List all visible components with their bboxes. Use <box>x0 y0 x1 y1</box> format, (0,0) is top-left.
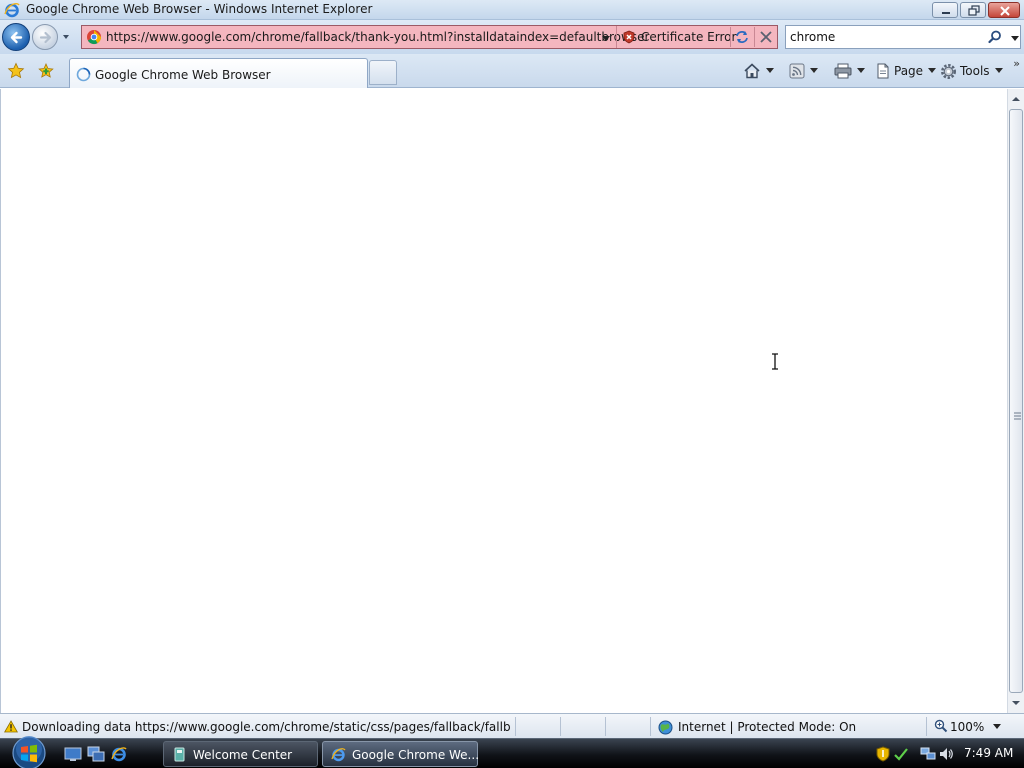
favorites-center-icon[interactable] <box>7 62 25 80</box>
status-separator <box>560 717 561 736</box>
back-button[interactable] <box>2 23 30 51</box>
tab-and-command-bar: Google Chrome Web Browser Page Tools » <box>0 54 1024 88</box>
address-dropdown-icon[interactable] <box>601 33 611 43</box>
zoom-dropdown-icon[interactable] <box>992 723 1002 731</box>
vertical-scrollbar[interactable] <box>1007 89 1024 713</box>
search-icon[interactable] <box>988 30 1002 44</box>
update-check-icon[interactable] <box>893 746 909 762</box>
volume-speaker-icon[interactable] <box>938 746 954 762</box>
warning-icon <box>4 720 18 733</box>
forward-button[interactable] <box>32 24 58 50</box>
search-input[interactable] <box>790 29 980 45</box>
taskbar-button-label: Welcome Center <box>193 748 293 762</box>
system-clock[interactable]: 7:49 AM <box>964 746 1013 760</box>
scroll-up-arrow-icon[interactable] <box>1008 91 1024 107</box>
zoom-magnifier-icon[interactable] <box>934 719 948 733</box>
search-providers-dropdown-icon[interactable] <box>1010 33 1020 43</box>
status-separator <box>515 717 516 736</box>
tab-label: Google Chrome Web Browser <box>95 68 271 82</box>
feeds-button[interactable] <box>789 62 818 80</box>
page-dropdown-icon <box>928 68 937 73</box>
zoom-level[interactable]: 100% <box>950 720 984 734</box>
text-cursor-icon <box>772 353 778 370</box>
home-dropdown-icon[interactable] <box>766 68 774 74</box>
page-menu-label: Page <box>894 64 924 78</box>
more-commands-chevron-icon[interactable]: » <box>1013 57 1020 70</box>
scrollbar-thumb[interactable] <box>1009 109 1023 693</box>
certificate-error-button[interactable]: Certificate Error <box>616 26 736 48</box>
refresh-icon <box>736 31 748 43</box>
recent-pages-dropdown-icon[interactable] <box>61 32 71 42</box>
stop-button[interactable] <box>754 27 776 47</box>
title-bar[interactable]: Google Chrome Web Browser - Windows Inte… <box>0 0 1024 20</box>
show-desktop-icon[interactable] <box>64 746 82 762</box>
internet-explorer-quicklaunch-icon[interactable] <box>110 746 128 762</box>
printer-icon <box>834 63 852 79</box>
gear-icon <box>941 63 956 79</box>
search-box[interactable] <box>785 25 1021 49</box>
internet-zone-globe-icon[interactable] <box>658 720 673 735</box>
scroll-down-arrow-icon[interactable] <box>1008 695 1024 711</box>
print-button[interactable] <box>834 62 865 80</box>
restore-icon <box>968 5 980 16</box>
taskbar-button-welcome-center[interactable]: Welcome Center <box>163 741 318 767</box>
tools-dropdown-icon <box>994 68 1003 73</box>
scrollbar-grip-icon <box>1014 412 1021 420</box>
internet-explorer-icon <box>4 3 20 18</box>
status-text: Downloading data https://www.google.com/… <box>22 720 510 734</box>
print-dropdown-icon[interactable] <box>857 68 865 74</box>
page-content[interactable] <box>0 89 1007 713</box>
navigation-bar: https://www.google.com/chrome/fallback/t… <box>0 20 1024 54</box>
back-arrow-icon <box>10 31 23 44</box>
tools-menu-label: Tools <box>960 64 990 78</box>
certificate-error-icon <box>623 30 635 44</box>
window-title: Google Chrome Web Browser - Windows Inte… <box>26 2 373 16</box>
close-icon <box>1000 6 1010 16</box>
status-separator <box>926 717 927 736</box>
welcome-center-icon <box>174 747 185 762</box>
url-text[interactable]: https://www.google.com/chrome/fallback/t… <box>106 30 649 44</box>
taskbar-button-label: Google Chrome We... <box>352 748 480 762</box>
internet-explorer-taskbar-icon <box>331 748 346 762</box>
start-button-windows-logo-icon[interactable] <box>9 735 49 768</box>
add-to-favorites-icon[interactable] <box>37 62 55 80</box>
stop-icon <box>760 31 772 43</box>
windows-taskbar: Welcome Center Google Chrome We... 7:49 … <box>0 735 1024 768</box>
security-zone-text[interactable]: Internet | Protected Mode: On <box>678 720 856 734</box>
status-separator <box>605 717 606 736</box>
minimize-icon <box>942 12 950 14</box>
page-loading-icon <box>76 67 91 82</box>
feeds-dropdown-icon[interactable] <box>810 68 818 74</box>
status-bar: Downloading data https://www.google.com/… <box>0 713 1024 738</box>
network-icon[interactable] <box>920 746 936 762</box>
page-menu-button[interactable]: Page <box>875 62 937 80</box>
home-icon <box>744 63 760 79</box>
tab-google-chrome-web-browser[interactable]: Google Chrome Web Browser <box>69 58 368 88</box>
taskbar-button-google-chrome[interactable]: Google Chrome We... <box>322 741 480 767</box>
tools-menu-button[interactable]: Tools <box>940 62 1003 80</box>
page-icon <box>877 63 889 79</box>
security-shield-icon[interactable] <box>876 746 890 762</box>
minimize-button[interactable] <box>932 2 958 18</box>
chrome-favicon <box>87 30 102 45</box>
new-tab-button[interactable] <box>369 60 397 85</box>
switch-windows-icon[interactable] <box>87 746 105 762</box>
refresh-button[interactable] <box>730 27 752 47</box>
address-bar[interactable]: https://www.google.com/chrome/fallback/t… <box>81 25 778 49</box>
home-button[interactable] <box>743 62 774 80</box>
restore-button[interactable] <box>960 2 986 18</box>
certificate-error-label: Certificate Error <box>641 30 737 44</box>
rss-feed-icon <box>789 63 805 79</box>
close-window-button[interactable] <box>988 2 1020 18</box>
status-separator <box>650 717 651 736</box>
forward-arrow-icon <box>39 31 52 44</box>
